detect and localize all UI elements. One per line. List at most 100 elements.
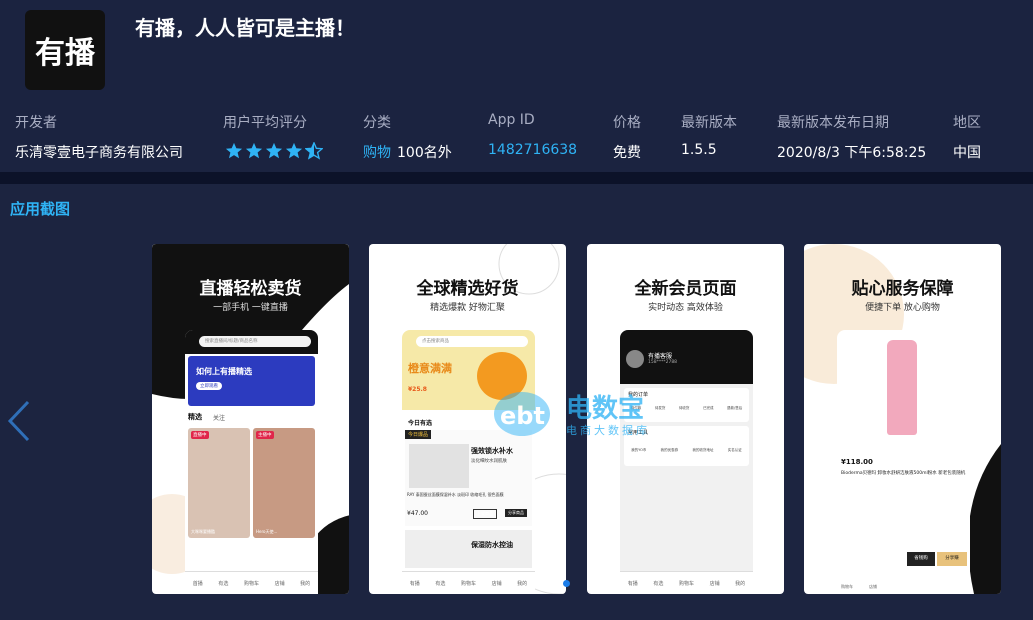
watermark: ebt 电数宝 电商大数据库 (492, 386, 672, 446)
product-image (887, 340, 917, 435)
category-link[interactable]: 购物 (363, 142, 391, 162)
product-badge: 今日爆品 (405, 430, 432, 439)
region-value: 中国 (953, 145, 981, 161)
nav-item[interactable]: 店铺 (710, 580, 720, 587)
banner-text: 如何上有播精选 (196, 367, 252, 376)
search-input[interactable]: 搜索直播间/标题/商品名称 (199, 336, 311, 347)
version-value: 1.5.5 (681, 142, 717, 158)
live-badge: 主播中 (256, 431, 274, 439)
search-input[interactable]: 点击搜索商品 (416, 336, 528, 347)
svg-text:ebt: ebt (500, 402, 545, 430)
region-label: 地区 (953, 115, 981, 131)
nav-item[interactable]: 购物车 (244, 580, 259, 587)
phone-frame: 点击搜索商品 橙意满满 ¥25.8 今日有选 今日爆品 强效锁水补水 淡化细纹水… (402, 330, 535, 594)
product-title: Bioderma贝德玛 卸妆水舒妍洁肤液500ml粉水 新老包装随机 (841, 471, 966, 476)
shot-title: 全球精选好货 (416, 279, 519, 299)
screenshot-4[interactable]: 贴心服务保障 便捷下单 放心购物 ¥118.00 Bioderma贝德玛 卸妆水… (804, 244, 1001, 594)
nav-item[interactable]: 店铺 (275, 580, 285, 587)
share-product-button[interactable]: 分享商品 (505, 509, 527, 517)
product-title: 保湿防水控油 (471, 541, 513, 549)
tool-item[interactable]: 我的优惠券 (661, 448, 679, 453)
banner-button[interactable]: 立即观看 (196, 382, 222, 390)
category-label: 分类 (363, 115, 391, 131)
tab-following[interactable]: 关注 (213, 413, 225, 422)
developer-label: 开发者 (15, 115, 57, 131)
bottom-nav: 有播 有选 购物车 店铺 我的 (402, 571, 535, 594)
bottom-nav: 首播 有选 购物车 店铺 我的 (185, 571, 318, 594)
nav-item[interactable]: 有播 (410, 580, 420, 587)
phone-frame: 搜索直播间/标题/商品名称 如何上有播精选 立即观看 精选 关注 直播中 大咪咪… (185, 330, 318, 594)
rating-label: 用户平均评分 (223, 115, 307, 131)
divider (0, 172, 1033, 184)
order-item[interactable]: 已完成 (703, 406, 714, 411)
nav-item[interactable]: 我的 (735, 580, 745, 587)
rating-stars (225, 142, 323, 160)
chevron-left-icon[interactable] (4, 398, 34, 444)
product-price: ¥47.00 (407, 510, 428, 517)
nav-item[interactable]: 有选 (218, 580, 228, 587)
release-date-label: 最新版本发布日期 (777, 115, 889, 131)
nav-item[interactable]: 购物车 (841, 584, 853, 590)
nav-item[interactable]: 购物车 (461, 580, 476, 587)
nav-item[interactable]: 店铺 (869, 584, 877, 590)
nav-item[interactable]: 店铺 (492, 580, 502, 587)
phone-frame: 有播客服 158****2788 我的订单 待付款 待发货 待收货 已完成 退款… (620, 330, 753, 594)
nav-item[interactable]: 我的 (300, 580, 310, 587)
list-product-button[interactable]: 上架商品 (473, 509, 497, 519)
shot-subtitle: 精选爆款 好物汇聚 (430, 303, 505, 313)
category-rank: 100名外 (397, 145, 452, 161)
streamer-name: Hero天使... (256, 529, 278, 534)
section-label: 今日有选 (408, 420, 433, 427)
price-value: 免费 (613, 145, 641, 161)
carousel-indicator[interactable] (563, 580, 570, 587)
product-title: 强效锁水补水 (471, 447, 513, 455)
user-name: 有播客服 (648, 353, 673, 360)
nav-item[interactable]: 我的 (517, 580, 527, 587)
phone-frame: ¥118.00 Bioderma贝德玛 卸妆水舒妍洁肤液500ml粉水 新老包装… (837, 330, 970, 594)
tool-item[interactable]: 我的收货地址 (692, 448, 713, 453)
shot-subtitle: 一部手机 一键直播 (213, 303, 288, 313)
version-label: 最新版本 (681, 115, 737, 131)
promo-banner[interactable]: 如何上有播精选 立即观看 (188, 356, 315, 406)
developer-value[interactable]: 乐清零壹电子商务有限公司 (15, 142, 183, 162)
star-icon (265, 142, 283, 159)
nav-item[interactable]: 有播 (628, 580, 638, 587)
order-item[interactable]: 待收货 (679, 406, 690, 411)
app-id-link[interactable]: 1482716638 (488, 142, 577, 158)
live-card[interactable]: 主播中 Hero天使... (253, 428, 315, 538)
share-earn-button[interactable]: 分享赚 (937, 552, 967, 566)
nav-item[interactable]: 有选 (653, 580, 663, 587)
user-id: 158****2788 (648, 360, 678, 365)
nav-item[interactable]: 购物车 (679, 580, 694, 587)
banner-text: 橙意满满 (408, 362, 452, 375)
product-description: RAY 泰国蚕丝面膜保湿补水 淡斑印 收缩毛孔 银色面膜 (407, 492, 504, 497)
tab-featured[interactable]: 精选 (188, 412, 202, 422)
product-subtitle: 淡化细纹水润肌肤 (471, 459, 507, 464)
watermark-brand: 电数宝 (566, 394, 645, 424)
app-id-label: App ID (488, 112, 535, 128)
watermark-subtitle: 电商大数据库 (566, 424, 650, 437)
order-item[interactable]: 退款/售后 (727, 406, 742, 411)
app-title: 有播，人人皆可是主播！ (135, 16, 355, 40)
shot-subtitle: 便捷下单 放心购物 (865, 303, 940, 313)
screenshot-1[interactable]: 直播轻松卖货 一部手机 一键直播 搜索直播间/标题/商品名称 如何上有播精选 立… (152, 244, 349, 594)
star-icon (285, 142, 303, 159)
shot-title: 贴心服务保障 (851, 279, 954, 299)
nav-item[interactable]: 首播 (193, 580, 203, 587)
shot-title: 直播轻松卖货 (199, 279, 302, 299)
shot-subtitle: 实时动态 高效体验 (648, 303, 723, 313)
release-date-value: 2020/8/3 下午6:58:25 (777, 145, 927, 161)
tool-item[interactable]: 实名认证 (728, 448, 742, 453)
avatar[interactable] (626, 350, 644, 368)
live-badge: 直播中 (191, 431, 209, 439)
tool-item[interactable]: 我的YO币 (631, 448, 646, 453)
save-buy-button[interactable]: 省钱购 (907, 552, 935, 566)
product-price: ¥118.00 (841, 458, 873, 466)
banner-price: ¥25.8 (408, 386, 427, 393)
app-header: 有播 有播，人人皆可是主播！ 开发者 用户平均评分 分类 App ID 价格 最… (0, 0, 1033, 172)
live-card[interactable]: 直播中 大咪咪要播酷 (188, 428, 250, 538)
star-icon (245, 142, 263, 159)
bottom-nav: 有播 有选 购物车 店铺 我的 (620, 571, 753, 594)
nav-item[interactable]: 有选 (435, 580, 445, 587)
price-label: 价格 (613, 115, 641, 131)
